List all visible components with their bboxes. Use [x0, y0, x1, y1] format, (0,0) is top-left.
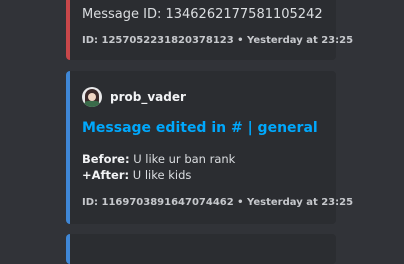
avatar[interactable] — [82, 87, 102, 107]
after-label: +After: — [82, 168, 130, 182]
before-line: Before: U like ur ban rank — [82, 151, 235, 167]
message-id-text: Message ID: 1346262177581105242 — [82, 7, 323, 22]
embed-footer: ID: 1257052231820378123 • Yesterday at 2… — [82, 35, 354, 46]
log-embed-next — [66, 234, 336, 264]
after-line: +After: U like kids — [82, 167, 235, 183]
before-label: Before: — [82, 152, 130, 166]
author-name[interactable]: prob_vader — [110, 90, 186, 104]
embed-description: Before: U like ur ban rank +After: U lik… — [82, 151, 235, 183]
log-embed-message-edited: prob_vader Message edited in # | general… — [66, 71, 353, 224]
before-text: U like ur ban rank — [129, 152, 236, 166]
embed-title-link[interactable]: Message edited in # | general — [82, 120, 318, 136]
embed-author: prob_vader — [82, 87, 186, 107]
after-text: U like kids — [129, 168, 192, 182]
embed-footer: ID: 1169703891647074462 • Yesterday at 2… — [82, 197, 354, 208]
log-embed-previous: Message ID: 1346262177581105242 ID: 1257… — [66, 0, 353, 60]
